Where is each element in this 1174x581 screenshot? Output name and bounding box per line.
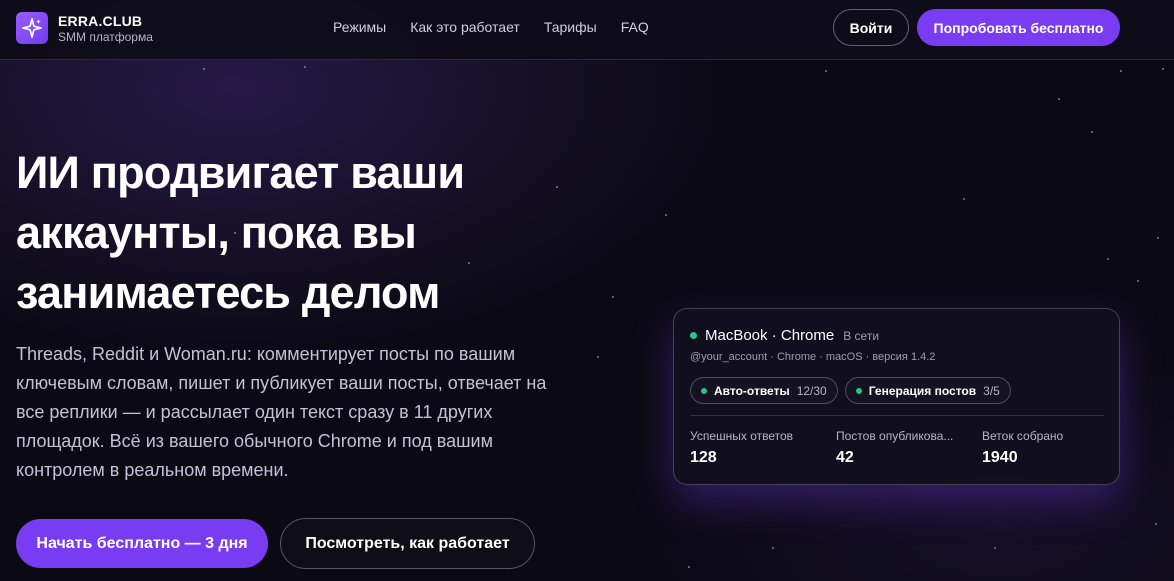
stat-value: 1940 — [982, 449, 1018, 466]
account-meta: @your_account · Chrome · macOS · версия … — [690, 351, 936, 363]
star — [772, 547, 774, 549]
star — [597, 356, 599, 358]
chip-post-generation: Генерация постов 3/5 — [844, 377, 1011, 404]
star — [688, 566, 690, 568]
star — [1137, 280, 1139, 282]
sparkle-icon — [16, 12, 48, 44]
star — [963, 198, 965, 200]
nav-item-modes[interactable]: Режимы — [333, 19, 386, 35]
start-free-button[interactable]: Начать бесплатно — 3 дня — [16, 519, 268, 568]
chip-status-dot — [855, 387, 862, 394]
see-how-it-works-button[interactable]: Посмотреть, как работает — [280, 518, 535, 569]
stat-posts-published: Постов опубликова... 42 — [836, 429, 982, 467]
online-status-text: В сети — [843, 328, 880, 343]
hero-description-line: контролем в реальном времени. — [16, 460, 289, 480]
chip-label: Авто-ответы — [714, 383, 790, 398]
star — [825, 70, 827, 72]
hero-title-line: занимаетесь делом — [16, 267, 440, 318]
hero-description-line: ключевым словам, пишет и публикует ваши … — [16, 373, 547, 393]
star — [994, 547, 996, 549]
logo-title: ERRA.CLUB — [58, 12, 143, 29]
stat-threads-collected: Веток собрано 1940 — [982, 429, 1128, 467]
star — [203, 68, 205, 70]
hero-title-line: аккаунты, пока вы — [16, 207, 417, 258]
stat-label: Успешных ответов — [690, 429, 794, 443]
card-divider — [690, 415, 1104, 416]
hero-description-line: все реплики — и рассылает один текст сра… — [16, 402, 493, 422]
login-button[interactable]: Войти — [833, 9, 909, 46]
chip-count: 12/30 — [796, 383, 827, 398]
star — [612, 296, 614, 298]
star — [665, 214, 667, 216]
chip-label: Генерация постов — [868, 383, 977, 398]
star — [1157, 237, 1159, 239]
stats-row: Успешных ответов 128 Постов опубликова..… — [690, 429, 1128, 467]
hero-description-line: площадок. Всё из вашего обычного Chrome … — [16, 431, 493, 451]
main-nav: Режимы Как это работает Тарифы FAQ — [333, 19, 673, 35]
online-status-dot — [690, 332, 697, 339]
stat-value: 128 — [690, 449, 717, 466]
stat-successful-replies: Успешных ответов 128 — [690, 429, 836, 467]
chip-auto-replies: Авто-ответы 12/30 — [690, 377, 838, 404]
logo-subtitle: SMM платформа — [58, 29, 153, 44]
hero-description: Threads, Reddit и Woman.ru: комментирует… — [16, 340, 561, 485]
stat-value: 42 — [836, 449, 854, 466]
star — [1120, 70, 1122, 72]
device-name: MacBook · Chrome — [705, 327, 835, 344]
logo[interactable]: ERRA.CLUB SMM платформа — [16, 12, 153, 44]
star — [1091, 131, 1093, 133]
star — [1155, 523, 1157, 525]
try-free-button[interactable]: Попробовать бесплатно — [917, 9, 1120, 46]
star — [1058, 98, 1060, 100]
nav-item-pricing[interactable]: Тарифы — [544, 19, 597, 35]
star — [304, 66, 306, 68]
top-navbar: ERRA.CLUB SMM платформа Режимы Как это р… — [0, 0, 1174, 60]
card-header: MacBook · Chrome В сети — [690, 327, 879, 344]
star — [1107, 258, 1109, 260]
hero-title: ИИ продвигает ваши аккаунты, пока вы зан… — [16, 143, 576, 323]
nav-item-faq[interactable]: FAQ — [621, 19, 649, 35]
device-status-card: MacBook · Chrome В сети @your_account · … — [673, 308, 1120, 485]
stat-label: Веток собрано — [982, 429, 1064, 443]
feature-chips: Авто-ответы 12/30 Генерация постов 3/5 — [690, 377, 1018, 404]
chip-status-dot — [701, 387, 707, 394]
hero-description-line: Threads, Reddit и Woman.ru: комментирует… — [16, 344, 516, 364]
hero-title-line: ИИ продвигает ваши — [16, 147, 465, 198]
star — [1162, 68, 1164, 70]
nav-item-how-it-works[interactable]: Как это работает — [410, 19, 520, 35]
chip-count: 3/5 — [983, 383, 1000, 398]
stat-label: Постов опубликова... — [836, 429, 954, 443]
